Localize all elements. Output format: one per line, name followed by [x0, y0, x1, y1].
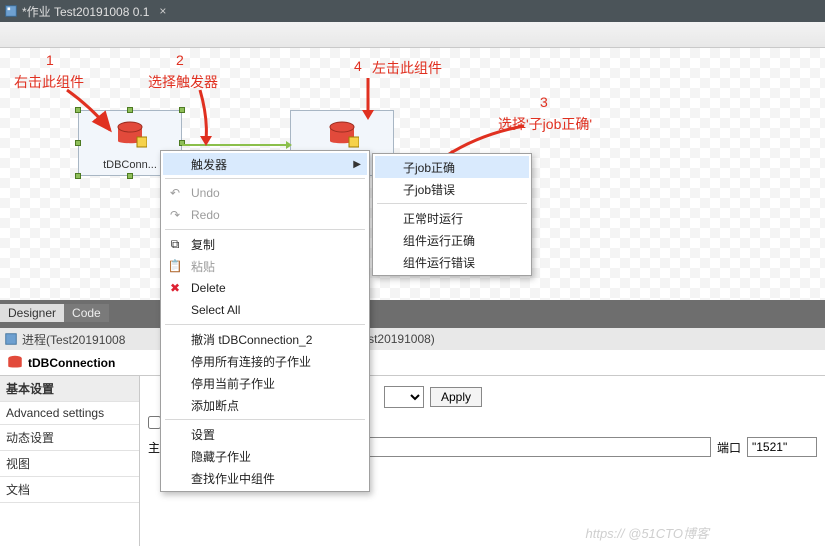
menu-separator: [165, 324, 365, 325]
menu-select-all[interactable]: Select All: [163, 299, 367, 321]
view-tabs: Designer Code: [0, 300, 825, 322]
trigger-submenu: 子job正确 子job错误 正常时运行 组件运行正确 组件运行错误: [372, 153, 532, 276]
connector-line: [182, 141, 292, 149]
designer-canvas[interactable]: tDBConn... 1 右击此组件 2 选择触发器 4 左击此组件 3 选择'…: [0, 48, 825, 300]
menu-stop-all-sub[interactable]: 停用所有连接的子作业: [163, 350, 367, 372]
context-menu: 触发器 ▶ 子job正确 子job错误 正常时运行 组件运行正确 组件运行错误 …: [160, 150, 370, 492]
annot-1-num: 1: [46, 52, 54, 68]
annot-2-num: 2: [176, 52, 184, 68]
property-body: 基本设置 Advanced settings 动态设置 视图 文档 Apply …: [0, 376, 825, 546]
paste-icon: 📋: [167, 258, 183, 274]
database-icon: [6, 354, 24, 372]
annot-3: 选择'子job正确': [498, 114, 592, 134]
annot-2: 选择触发器: [148, 72, 218, 92]
job-icon: [4, 4, 18, 18]
title-tab-bar: *作业 Test20191008 0.1 ×: [0, 0, 825, 22]
annot-4-num: 4: [354, 58, 362, 74]
tab-title[interactable]: *作业 Test20191008 0.1: [22, 3, 149, 20]
arrow-2: [186, 88, 226, 148]
propnav-dynamic[interactable]: 动态设置: [0, 425, 139, 451]
menu-hide-sub[interactable]: 隐藏子作业: [163, 445, 367, 467]
component-label: tDBConn...: [103, 159, 157, 171]
chevron-right-icon: ▶: [353, 159, 361, 170]
property-nav: 基本设置 Advanced settings 动态设置 视图 文档: [0, 376, 140, 546]
menu-separator: [165, 178, 365, 179]
menu-copy[interactable]: ⧉复制: [163, 233, 367, 255]
menu-revoke[interactable]: 撤消 tDBConnection_2: [163, 328, 367, 350]
property-select[interactable]: [384, 386, 424, 408]
job-icon: [4, 332, 18, 346]
menu-settings[interactable]: 设置: [163, 423, 367, 445]
menu-separator: [377, 203, 527, 204]
menu-paste[interactable]: 📋粘贴: [163, 255, 367, 277]
apply-button[interactable]: Apply: [430, 387, 482, 407]
process-breadcrumb: 进程(Test20191008 Test20191008): [0, 328, 825, 350]
submenu-run-normal[interactable]: 正常时运行: [375, 207, 529, 229]
menu-find-in-job[interactable]: 查找作业中组件: [163, 467, 367, 489]
menu-redo[interactable]: ↷Redo: [163, 204, 367, 226]
annot-3-num: 3: [540, 94, 548, 110]
port-input[interactable]: [747, 437, 817, 457]
database-icon: [113, 119, 147, 153]
watermark-text: https:// @51CTO博客: [586, 523, 710, 542]
port-label: 端口: [717, 439, 741, 456]
propnav-view[interactable]: 视图: [0, 451, 139, 477]
undo-icon: ↶: [167, 185, 183, 201]
database-icon: [325, 119, 359, 153]
menu-undo[interactable]: ↶Undo: [163, 182, 367, 204]
propnav-basic[interactable]: 基本设置: [0, 376, 139, 402]
submenu-comp-ok[interactable]: 组件运行正确: [375, 229, 529, 251]
menu-stop-cur-sub[interactable]: 停用当前子作业: [163, 372, 367, 394]
tab-designer[interactable]: Designer: [0, 304, 64, 322]
propnav-advanced[interactable]: Advanced settings: [0, 402, 139, 425]
property-header: tDBConnection: [0, 350, 825, 376]
menu-separator: [165, 229, 365, 230]
menu-separator: [165, 419, 365, 420]
process-label-left: 进程(Test20191008: [22, 331, 125, 348]
menu-trigger-label: 触发器: [191, 156, 227, 173]
submenu-subjob-err[interactable]: 子job错误: [375, 178, 529, 200]
property-title: tDBConnection: [28, 356, 115, 370]
submenu-subjob-ok[interactable]: 子job正确: [375, 156, 529, 178]
close-icon[interactable]: ×: [159, 4, 166, 18]
redo-icon: ↷: [167, 207, 183, 223]
propnav-doc[interactable]: 文档: [0, 477, 139, 503]
toolbar-strip: [0, 22, 825, 48]
annot-4: 左击此组件: [372, 58, 442, 78]
tab-code[interactable]: Code: [64, 304, 109, 322]
submenu-comp-err[interactable]: 组件运行错误: [375, 251, 529, 273]
menu-add-breakpoint[interactable]: 添加断点: [163, 394, 367, 416]
copy-icon: ⧉: [167, 236, 183, 252]
annot-1: 右击此组件: [14, 72, 84, 92]
menu-delete[interactable]: ✖Delete: [163, 277, 367, 299]
menu-trigger[interactable]: 触发器 ▶ 子job正确 子job错误 正常时运行 组件运行正确 组件运行错误: [163, 153, 367, 175]
delete-icon: ✖: [167, 280, 183, 296]
